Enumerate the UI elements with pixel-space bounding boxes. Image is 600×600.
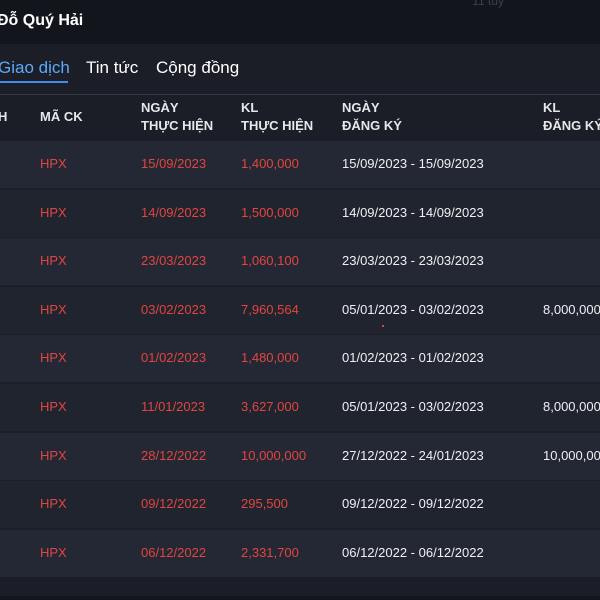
cell-reg-date: 05/01/2023 - 03/02/2023 [342, 301, 484, 317]
cell-stock-code: HPX [40, 156, 67, 171]
cell-exec-date: 01/02/2023 [141, 350, 207, 366]
transactions-table: H MÃ CK NGÀY THỰC HIỆN KL THỰC HIỆN NGÀY… [0, 94, 600, 600]
cell-exec-volume: 1,480,000 [241, 350, 299, 366]
cell-exec-volume: 3,627,000 [241, 398, 299, 414]
cell-exec-volume: 295,500 [241, 496, 288, 512]
header-stock-code: MÃ CK [40, 109, 83, 124]
table-row[interactable]: HPX 23/03/2023 1,060,100 23/03/2023 - 23… [0, 238, 600, 286]
cell-exec-date: 09/12/2022 [141, 496, 207, 512]
cell-exec-date: 11/01/2023 [141, 398, 206, 414]
cell-exec-date: 15/09/2023 [141, 156, 207, 171]
table-body: HPX 15/09/2023 1,400,000 15/09/2023 - 15… [0, 141, 600, 578]
cell-stock-code: HPX [40, 301, 67, 317]
cell-stock-code: HPX [40, 253, 67, 269]
table-row[interactable]: HPX 03/02/2023 7,960,564 05/01/2023 - 03… [0, 286, 600, 334]
table-row[interactable]: HPX 11/01/2023 3,627,000 05/01/2023 - 03… [0, 383, 600, 431]
header-reg-date: NGÀY ĐĂNG KÝ [342, 100, 402, 133]
header-exec-volume: KL THỰC HIỆN [241, 100, 314, 133]
cell-exec-date: 28/12/2022 [141, 447, 207, 463]
tab-giao-dich[interactable]: Giao dịch [0, 58, 70, 78]
cell-stock-code: HPX [40, 398, 67, 414]
cell-exec-volume: 1,500,000 [241, 204, 299, 220]
cell-reg-date: 01/02/2023 - 01/02/2023 [342, 350, 484, 366]
app-window: Đỗ Quý Hải 11 tuy Giao dịch Tin tức Cộng… [0, 0, 600, 600]
tab-bar: Giao dịch Tin tức Cộng đồng [0, 44, 600, 94]
table-row[interactable]: HPX 14/09/2023 1,500,000 14/09/2023 - 14… [0, 189, 600, 237]
cell-exec-date: 03/02/2023 [141, 301, 207, 317]
table-row[interactable]: HPX 01/02/2023 1,480,000 01/02/2023 - 01… [0, 335, 600, 383]
cell-exec-date: 14/09/2023 [141, 204, 207, 220]
header-partial-column: H [0, 109, 8, 124]
table-row[interactable]: HPX 06/12/2022 2,331,700 06/12/2022 - 06… [0, 529, 600, 577]
cell-exec-date: 06/12/2022 [141, 544, 207, 560]
bottom-edge [0, 596, 600, 600]
indicator-dot [382, 325, 384, 327]
header-reg-volume: KL ĐĂNG KÝ [543, 100, 600, 133]
header-exec-date: NGÀY THỰC HIỆN [141, 100, 214, 133]
cell-exec-volume: 1,060,100 [241, 253, 299, 269]
cell-reg-date: 09/12/2022 - 09/12/2022 [342, 496, 484, 512]
cell-stock-code: HPX [40, 350, 67, 366]
cell-reg-volume: 8,000,000 [543, 301, 600, 317]
cell-exec-volume: 7,960,564 [241, 301, 299, 317]
cell-stock-code: HPX [40, 544, 67, 560]
cell-stock-code: HPX [40, 204, 67, 220]
cell-reg-date: 27/12/2022 - 24/01/2023 [342, 447, 484, 463]
cell-reg-date: 15/09/2023 - 15/09/2023 [342, 156, 484, 171]
background-text: 11 tuy [472, 0, 504, 8]
title-bar: Đỗ Quý Hải 11 tuy [0, 0, 600, 45]
table-row[interactable]: HPX 28/12/2022 10,000,000 27/12/2022 - 2… [0, 432, 600, 480]
tab-cong-dong[interactable]: Cộng đồng [156, 58, 239, 78]
cell-exec-date: 23/03/2023 [141, 253, 207, 269]
cell-exec-volume: 1,400,000 [241, 156, 299, 171]
table-row[interactable]: HPX 15/09/2023 1,400,000 15/09/2023 - 15… [0, 141, 600, 188]
cell-exec-volume: 2,331,700 [241, 544, 299, 560]
cell-stock-code: HPX [40, 447, 67, 463]
cell-stock-code: HPX [40, 496, 67, 512]
table-row[interactable]: HPX 09/12/2022 295,500 09/12/2022 - 09/1… [0, 481, 600, 529]
cell-reg-volume: 8,000,000 [543, 398, 600, 414]
cell-reg-date: 05/01/2023 - 03/02/2023 [342, 398, 484, 414]
window-title: Đỗ Quý Hải [0, 12, 84, 29]
cell-reg-volume: 10,000,000 [543, 447, 600, 463]
active-tab-indicator [0, 81, 68, 83]
cell-reg-date: 23/03/2023 - 23/03/2023 [342, 253, 484, 269]
tab-tin-tuc[interactable]: Tin tức [86, 58, 138, 78]
cell-exec-volume: 10,000,000 [241, 447, 307, 463]
cell-reg-date: 06/12/2022 - 06/12/2022 [342, 544, 484, 560]
table-header: H MÃ CK NGÀY THỰC HIỆN KL THỰC HIỆN NGÀY… [0, 95, 600, 141]
cell-reg-date: 14/09/2023 - 14/09/2023 [342, 204, 484, 220]
